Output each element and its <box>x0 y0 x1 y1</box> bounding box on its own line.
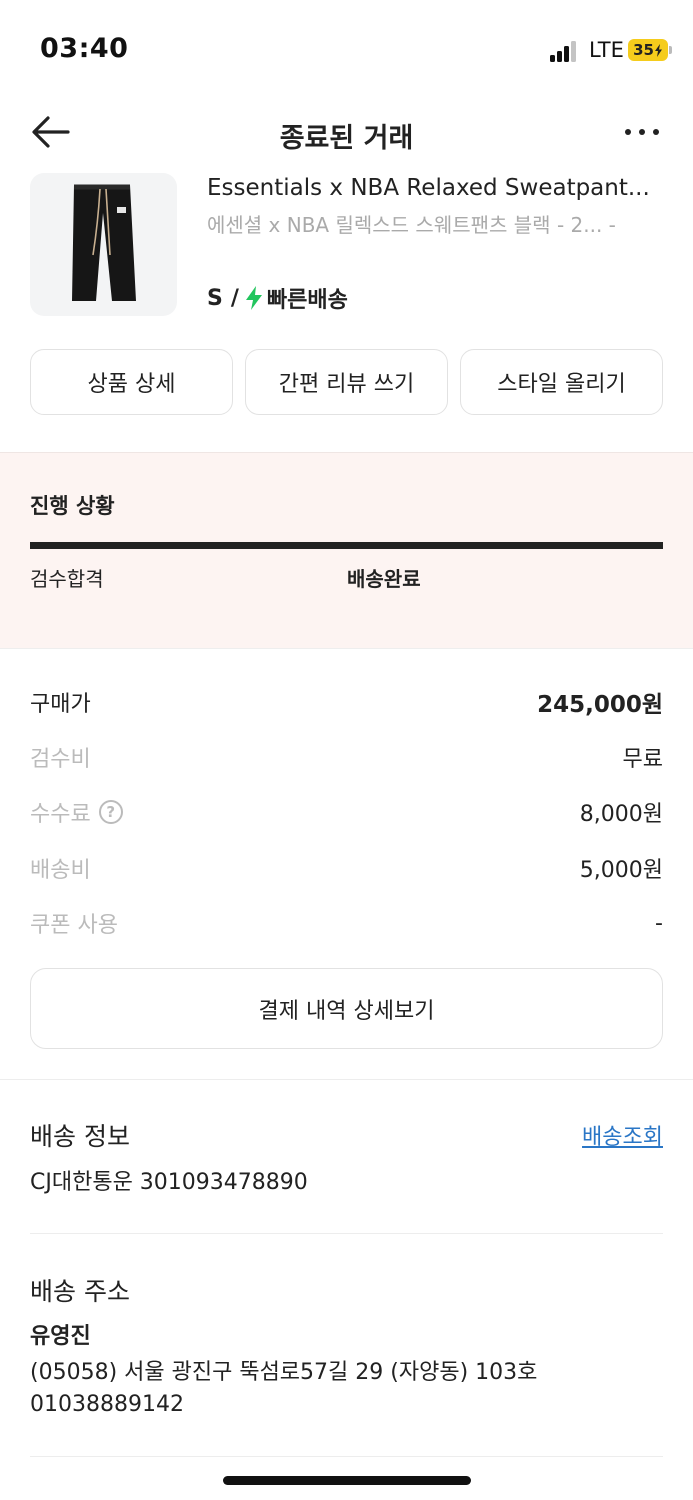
progress-title: 진행 상황 <box>30 494 115 518</box>
payment-detail-button[interactable]: 결제 내역 상세보기 <box>30 968 663 1049</box>
commission-label: 수수료 <box>30 802 91 827</box>
section-divider <box>0 1079 693 1080</box>
section-divider <box>30 1456 663 1457</box>
shipping-fee-label: 배송비 <box>30 858 91 883</box>
post-style-button[interactable]: 스타일 올리기 <box>460 349 663 415</box>
recipient-name: 유영진 <box>30 1324 91 1349</box>
page-title: 종료된 거래 <box>279 123 414 154</box>
fast-delivery-label: 빠른배송 <box>266 288 348 313</box>
product-name[interactable]: Essentials x NBA Relaxed Sweatpant... <box>207 175 667 201</box>
address-line: (05058) 서울 광진구 뚝섬로57길 29 (자양동) 103호 <box>30 1360 538 1385</box>
purchase-price-row: 구매가 245,000원 <box>30 685 663 719</box>
status-bar: 03:40 LTE 35 <box>0 0 693 100</box>
coupon-value: - <box>655 910 663 936</box>
battery-level: 35 <box>633 41 654 59</box>
shipping-address-title: 배송 주소 <box>30 1277 130 1306</box>
shipping-fee-row: 배송비 5,000원 <box>30 851 663 885</box>
product-subtitle: 에센셜 x NBA 릴렉스드 스웨트팬츠 블랙 - 2... - <box>207 213 616 237</box>
option-separator: / <box>230 285 239 311</box>
top-navigation: 종료된 거래 <box>0 100 693 166</box>
question-icon[interactable]: ? <box>98 800 123 824</box>
progress-step-delivered: 배송완료 <box>347 567 421 591</box>
commission-value: 8,000원 <box>579 802 663 827</box>
product-actions: 상품 상세 간편 리뷰 쓰기 스타일 올리기 <box>30 349 663 415</box>
product-image[interactable] <box>30 173 177 316</box>
commission-label-group: 수수료 ? <box>30 796 123 828</box>
lightning-icon <box>245 286 262 310</box>
purchase-price-value: 245,000원 <box>537 692 663 718</box>
coupon-row: 쿠폰 사용 - <box>30 906 663 940</box>
product-detail-button[interactable]: 상품 상세 <box>30 349 233 415</box>
status-time: 03:40 <box>40 33 129 64</box>
signal-icon <box>550 40 578 62</box>
tracking-number: CJ대한통운 301093478890 <box>30 1170 308 1195</box>
commission-row: 수수료 ? 8,000원 <box>30 795 663 829</box>
inspection-fee-label: 검수비 <box>30 747 91 772</box>
recipient-phone: 01038889142 <box>30 1392 184 1417</box>
progress-bar <box>30 542 663 549</box>
shipping-info-title: 배송 정보 <box>30 1122 130 1151</box>
inspection-fee-value: 무료 <box>622 747 663 772</box>
battery-icon: 35 <box>628 39 672 61</box>
section-divider <box>30 1233 663 1234</box>
home-indicator[interactable] <box>223 1476 471 1485</box>
product-size: S <box>207 285 223 311</box>
progress-section: 진행 상황 검수합격 배송완료 <box>0 452 693 649</box>
network-label: LTE <box>589 38 624 62</box>
coupon-label: 쿠폰 사용 <box>30 913 118 938</box>
more-options-icon[interactable] <box>620 122 664 142</box>
progress-step-inspection: 검수합격 <box>30 567 104 591</box>
purchase-price-label: 구매가 <box>30 692 91 717</box>
shipping-fee-value: 5,000원 <box>579 858 663 883</box>
track-shipment-link[interactable]: 배송조회 <box>582 1119 663 1151</box>
write-review-button[interactable]: 간편 리뷰 쓰기 <box>245 349 448 415</box>
product-option: S / 빠른배송 <box>207 283 348 314</box>
inspection-fee-row: 검수비 무료 <box>30 740 663 774</box>
